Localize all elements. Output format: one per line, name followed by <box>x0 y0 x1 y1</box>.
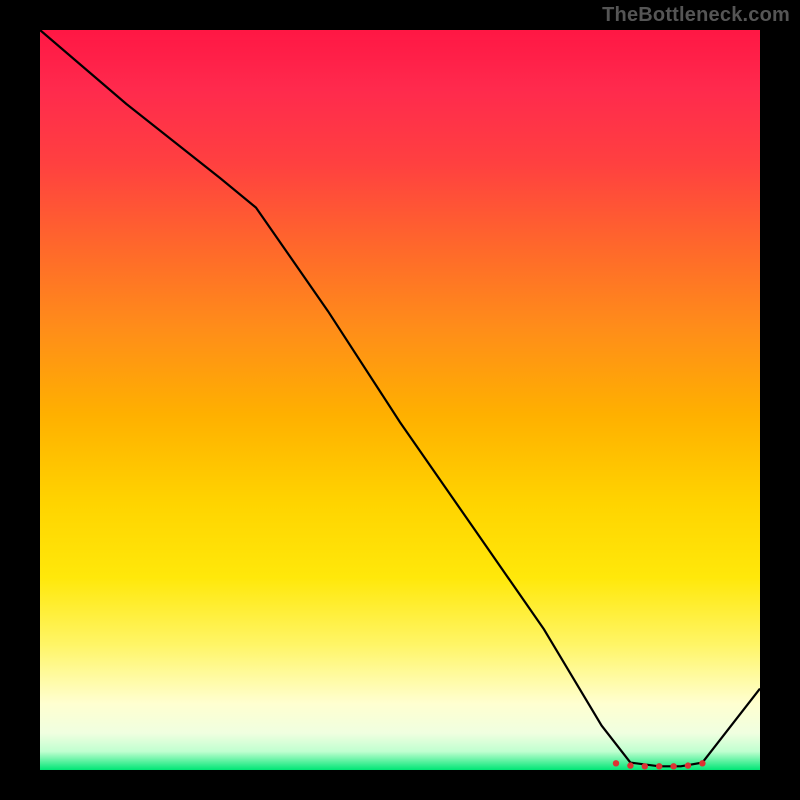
marker-dot <box>670 763 676 769</box>
plot-area <box>40 30 760 770</box>
chart-frame: TheBottleneck.com <box>0 0 800 800</box>
marker-dot <box>685 762 691 768</box>
marker-dot <box>642 763 648 769</box>
bottleneck-curve <box>40 30 760 770</box>
marker-dot <box>627 762 633 768</box>
curve-line <box>40 30 760 766</box>
marker-dot <box>699 760 705 766</box>
watermark-text: TheBottleneck.com <box>602 4 790 27</box>
marker-dot <box>656 763 662 769</box>
marker-dot <box>613 760 619 766</box>
